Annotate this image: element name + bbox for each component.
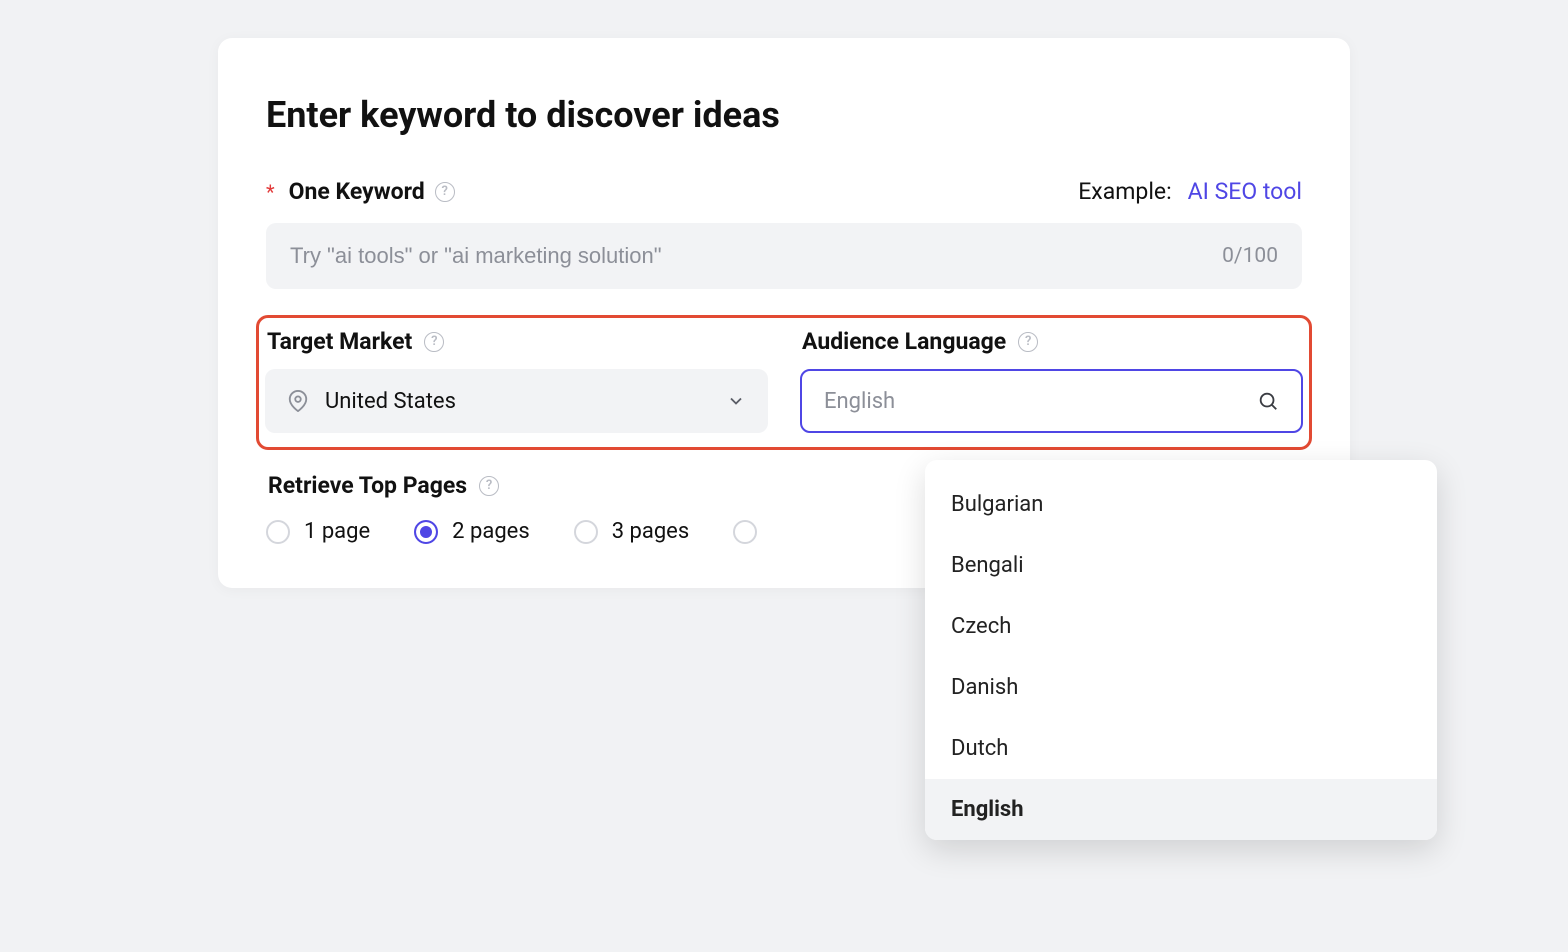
audience-language-select[interactable]: English — [800, 369, 1303, 433]
example-link[interactable]: AI SEO tool — [1188, 178, 1302, 205]
target-market-label-row: Target Market ? — [265, 328, 768, 355]
chevron-down-icon — [726, 391, 746, 411]
audience-language-label-row: Audience Language ? — [800, 328, 1303, 355]
required-asterisk: * — [266, 180, 275, 204]
keyword-header-row: * One Keyword ? Example: AI SEO tool — [266, 178, 1302, 205]
radio-label: 2 pages — [452, 519, 530, 544]
help-icon[interactable]: ? — [1018, 332, 1038, 352]
help-icon[interactable]: ? — [424, 332, 444, 352]
radio-icon — [574, 520, 598, 544]
location-pin-icon — [287, 390, 309, 412]
keyword-counter: 0/100 — [1222, 244, 1278, 268]
keyword-label-group: * One Keyword ? — [266, 178, 455, 205]
target-market-value: United States — [325, 389, 710, 414]
language-option-bulgarian[interactable]: Bulgarian — [925, 474, 1437, 535]
radio-icon — [733, 520, 757, 544]
highlighted-section: Target Market ? United States Audience L… — [256, 315, 1312, 450]
example-label: Example: — [1078, 178, 1171, 205]
keyword-input[interactable] — [290, 243, 1222, 269]
radio-label: 3 pages — [612, 519, 690, 544]
radio-icon — [266, 520, 290, 544]
help-icon[interactable]: ? — [435, 182, 455, 202]
search-icon — [1257, 390, 1279, 412]
retrieve-label: Retrieve Top Pages — [268, 472, 467, 499]
keyword-input-wrap: 0/100 — [266, 223, 1302, 289]
target-market-label: Target Market — [267, 328, 412, 355]
language-option-bengali[interactable]: Bengali — [925, 535, 1437, 596]
language-dropdown: Bulgarian Bengali Czech Danish Dutch Eng… — [925, 460, 1437, 840]
keyword-form-card: Enter keyword to discover ideas * One Ke… — [218, 38, 1350, 588]
help-icon[interactable]: ? — [479, 476, 499, 496]
example-group: Example: AI SEO tool — [1078, 178, 1302, 205]
retrieve-option-hidden[interactable] — [733, 520, 757, 544]
page-title: Enter keyword to discover ideas — [266, 94, 1302, 136]
language-option-english[interactable]: English — [925, 779, 1437, 840]
keyword-label: One Keyword — [289, 178, 425, 205]
retrieve-option-3pages[interactable]: 3 pages — [574, 519, 690, 544]
language-option-czech[interactable]: Czech — [925, 596, 1437, 657]
language-option-danish[interactable]: Danish — [925, 657, 1437, 718]
target-market-select[interactable]: United States — [265, 369, 768, 433]
retrieve-option-2pages[interactable]: 2 pages — [414, 519, 530, 544]
audience-language-col: Audience Language ? English — [800, 328, 1303, 433]
target-market-col: Target Market ? United States — [265, 328, 768, 433]
audience-language-label: Audience Language — [802, 328, 1006, 355]
language-option-dutch[interactable]: Dutch — [925, 718, 1437, 779]
radio-icon — [414, 520, 438, 544]
audience-language-value: English — [824, 389, 1241, 414]
radio-label: 1 page — [304, 519, 370, 544]
retrieve-option-1page[interactable]: 1 page — [266, 519, 370, 544]
